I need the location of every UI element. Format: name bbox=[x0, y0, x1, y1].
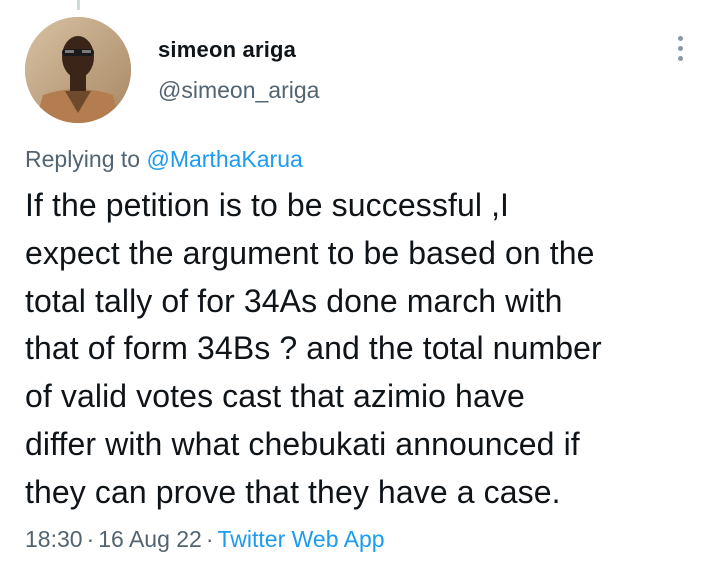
more-options-button[interactable] bbox=[667, 30, 693, 66]
thread-connector-line bbox=[77, 0, 80, 10]
tweet-detail: simeon ariga @simeon_ariga Replying to @… bbox=[0, 0, 720, 562]
meta-separator: · bbox=[205, 526, 214, 552]
avatar-image bbox=[25, 17, 131, 123]
meta-separator: · bbox=[86, 526, 95, 552]
more-vertical-icon-dot bbox=[677, 45, 683, 51]
tweet-time[interactable]: 18:30 bbox=[25, 526, 83, 552]
author-name[interactable]: simeon ariga bbox=[158, 36, 319, 64]
tweet-text: If the petition is to be successful ,I e… bbox=[25, 187, 602, 510]
replying-to-label: Replying to bbox=[25, 146, 147, 172]
more-vertical-icon-dot bbox=[677, 55, 683, 61]
author-block: simeon ariga @simeon_ariga bbox=[158, 36, 319, 104]
tweet-date[interactable]: 16 Aug 22 bbox=[98, 526, 202, 552]
reply-mention-link[interactable]: @MarthaKarua bbox=[146, 146, 302, 172]
tweet-source-link[interactable]: Twitter Web App bbox=[218, 526, 385, 552]
tweet-metadata: 18:30 · 16 Aug 22 · Twitter Web App bbox=[25, 525, 385, 553]
avatar[interactable] bbox=[25, 17, 131, 123]
replying-to: Replying to @MarthaKarua bbox=[25, 145, 303, 173]
more-vertical-icon bbox=[677, 35, 683, 41]
author-handle[interactable]: @simeon_ariga bbox=[158, 76, 319, 104]
